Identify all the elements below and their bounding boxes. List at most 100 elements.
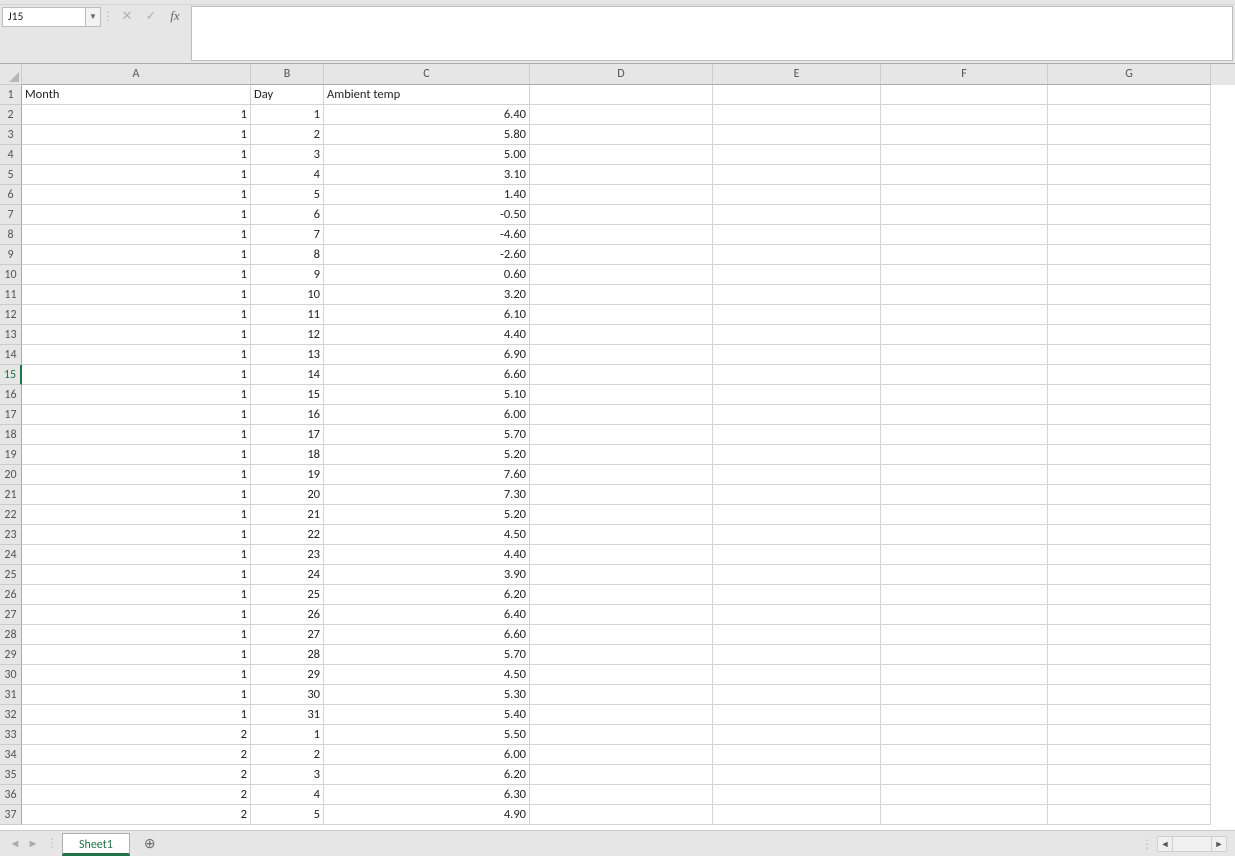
cell-F12[interactable]: [881, 305, 1048, 325]
cell-E20[interactable]: [713, 465, 881, 485]
cell-D6[interactable]: [530, 185, 713, 205]
cell-E15[interactable]: [713, 365, 881, 385]
cell-B34[interactable]: 2: [251, 745, 324, 765]
cell-G37[interactable]: [1048, 805, 1211, 825]
cell-B21[interactable]: 20: [251, 485, 324, 505]
cell-D36[interactable]: [530, 785, 713, 805]
hscroll-left-button[interactable]: ◄: [1157, 836, 1173, 852]
cell-E17[interactable]: [713, 405, 881, 425]
cell-C9[interactable]: -2.60: [324, 245, 530, 265]
row-header-29[interactable]: 29: [0, 645, 22, 665]
cell-E3[interactable]: [713, 125, 881, 145]
cell-F14[interactable]: [881, 345, 1048, 365]
row-header-32[interactable]: 32: [0, 705, 22, 725]
row-header-23[interactable]: 23: [0, 525, 22, 545]
cell-B13[interactable]: 12: [251, 325, 324, 345]
cell-A13[interactable]: 1: [22, 325, 251, 345]
cell-F4[interactable]: [881, 145, 1048, 165]
cell-A18[interactable]: 1: [22, 425, 251, 445]
cell-C13[interactable]: 4.40: [324, 325, 530, 345]
cell-B33[interactable]: 1: [251, 725, 324, 745]
cell-G28[interactable]: [1048, 625, 1211, 645]
cell-D26[interactable]: [530, 585, 713, 605]
cell-A12[interactable]: 1: [22, 305, 251, 325]
cell-A23[interactable]: 1: [22, 525, 251, 545]
cell-F31[interactable]: [881, 685, 1048, 705]
cell-E18[interactable]: [713, 425, 881, 445]
cell-D25[interactable]: [530, 565, 713, 585]
cell-D4[interactable]: [530, 145, 713, 165]
cell-E32[interactable]: [713, 705, 881, 725]
cell-C21[interactable]: 7.30: [324, 485, 530, 505]
cell-G15[interactable]: [1048, 365, 1211, 385]
row-header-7[interactable]: 7: [0, 205, 22, 225]
cell-B25[interactable]: 24: [251, 565, 324, 585]
cell-A6[interactable]: 1: [22, 185, 251, 205]
column-header-A[interactable]: A: [22, 64, 251, 85]
cell-E10[interactable]: [713, 265, 881, 285]
cell-F30[interactable]: [881, 665, 1048, 685]
cell-F15[interactable]: [881, 365, 1048, 385]
horizontal-scrollbar[interactable]: ⋮ ◄ ►: [1137, 836, 1227, 852]
row-header-20[interactable]: 20: [0, 465, 22, 485]
cell-F36[interactable]: [881, 785, 1048, 805]
cell-G17[interactable]: [1048, 405, 1211, 425]
cell-D23[interactable]: [530, 525, 713, 545]
cell-B31[interactable]: 30: [251, 685, 324, 705]
row-header-5[interactable]: 5: [0, 165, 22, 185]
cell-E31[interactable]: [713, 685, 881, 705]
cell-B27[interactable]: 26: [251, 605, 324, 625]
row-header-36[interactable]: 36: [0, 785, 22, 805]
row-header-16[interactable]: 16: [0, 385, 22, 405]
cell-A25[interactable]: 1: [22, 565, 251, 585]
cell-B2[interactable]: 1: [251, 105, 324, 125]
cell-F3[interactable]: [881, 125, 1048, 145]
cell-D14[interactable]: [530, 345, 713, 365]
cell-C14[interactable]: 6.90: [324, 345, 530, 365]
cell-E33[interactable]: [713, 725, 881, 745]
cell-A5[interactable]: 1: [22, 165, 251, 185]
cell-F28[interactable]: [881, 625, 1048, 645]
cell-F16[interactable]: [881, 385, 1048, 405]
cell-F34[interactable]: [881, 745, 1048, 765]
cell-B12[interactable]: 11: [251, 305, 324, 325]
cell-F22[interactable]: [881, 505, 1048, 525]
cell-B15[interactable]: 14: [251, 365, 324, 385]
cell-E23[interactable]: [713, 525, 881, 545]
cell-E27[interactable]: [713, 605, 881, 625]
row-header-25[interactable]: 25: [0, 565, 22, 585]
cell-F37[interactable]: [881, 805, 1048, 825]
cell-A10[interactable]: 1: [22, 265, 251, 285]
cell-G34[interactable]: [1048, 745, 1211, 765]
cell-A36[interactable]: 2: [22, 785, 251, 805]
cell-D21[interactable]: [530, 485, 713, 505]
cell-D16[interactable]: [530, 385, 713, 405]
cell-E11[interactable]: [713, 285, 881, 305]
cell-E14[interactable]: [713, 345, 881, 365]
cell-C35[interactable]: 6.20: [324, 765, 530, 785]
cell-C17[interactable]: 6.00: [324, 405, 530, 425]
cell-D19[interactable]: [530, 445, 713, 465]
cell-E28[interactable]: [713, 625, 881, 645]
cell-A22[interactable]: 1: [22, 505, 251, 525]
cell-B16[interactable]: 15: [251, 385, 324, 405]
cell-G27[interactable]: [1048, 605, 1211, 625]
cell-C33[interactable]: 5.50: [324, 725, 530, 745]
cell-C4[interactable]: 5.00: [324, 145, 530, 165]
cell-E2[interactable]: [713, 105, 881, 125]
row-header-12[interactable]: 12: [0, 305, 22, 325]
cell-C1[interactable]: Ambient temp: [324, 85, 530, 105]
cell-E29[interactable]: [713, 645, 881, 665]
cell-F25[interactable]: [881, 565, 1048, 585]
cell-E7[interactable]: [713, 205, 881, 225]
cell-A8[interactable]: 1: [22, 225, 251, 245]
cell-C31[interactable]: 5.30: [324, 685, 530, 705]
cell-C11[interactable]: 3.20: [324, 285, 530, 305]
cell-A27[interactable]: 1: [22, 605, 251, 625]
cell-D10[interactable]: [530, 265, 713, 285]
cell-C2[interactable]: 6.40: [324, 105, 530, 125]
cell-A16[interactable]: 1: [22, 385, 251, 405]
cell-G22[interactable]: [1048, 505, 1211, 525]
cell-G7[interactable]: [1048, 205, 1211, 225]
cell-F1[interactable]: [881, 85, 1048, 105]
